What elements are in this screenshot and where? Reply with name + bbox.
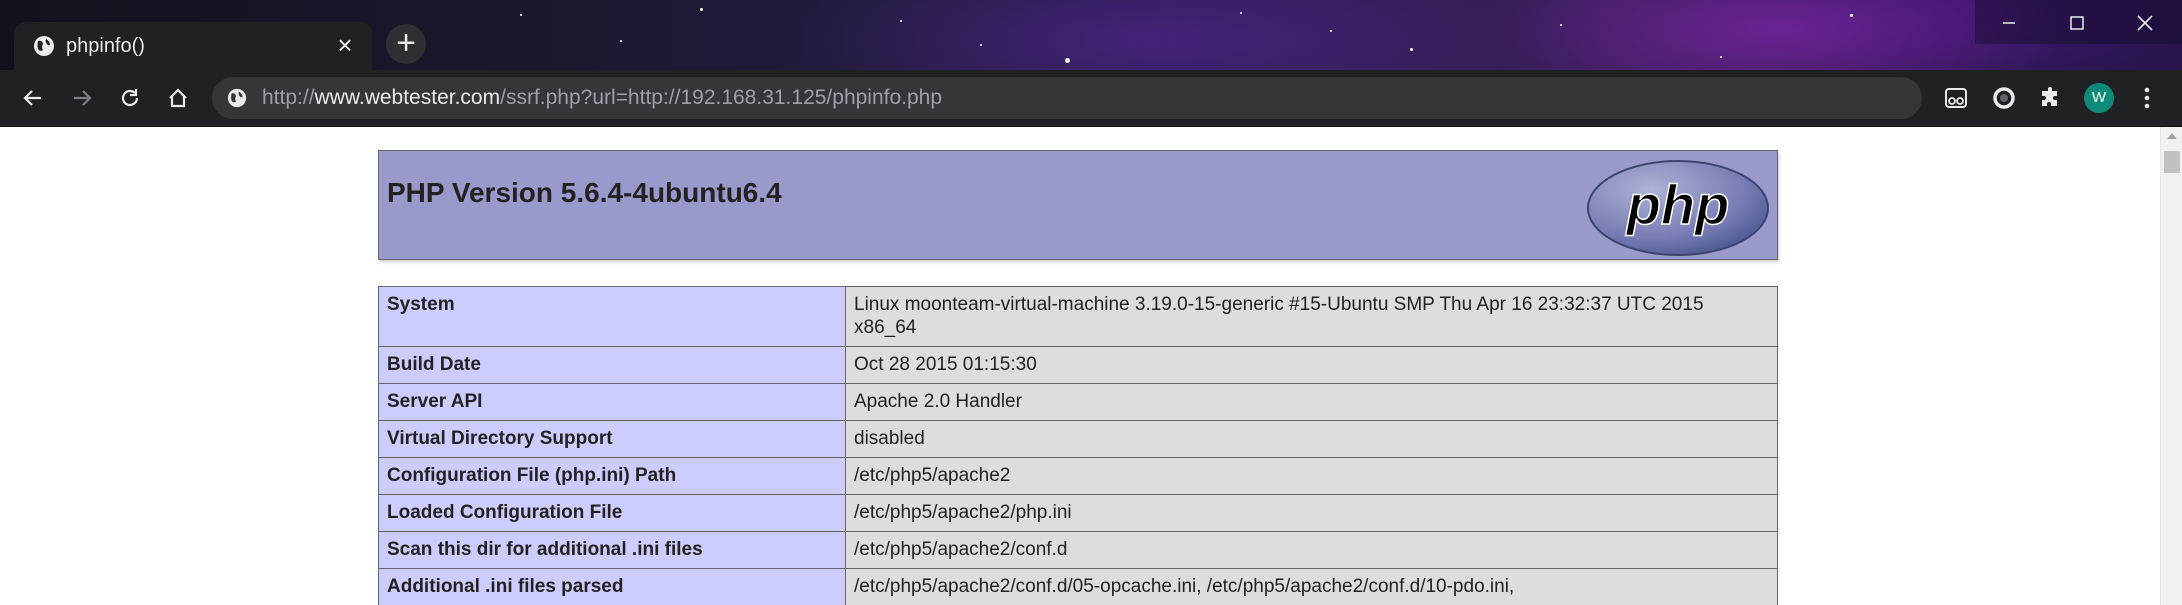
browser-toolbar: http://www.webtester.com/ssrf.php?url=ht…	[0, 70, 2182, 126]
star	[1850, 14, 1853, 17]
maximize-icon[interactable]	[2043, 0, 2111, 46]
row-label: Server API	[378, 383, 846, 421]
row-label: Build Date	[378, 346, 846, 384]
star	[900, 20, 902, 22]
phpinfo-container: PHP Version 5.6.4-4ubuntu6.4 php System …	[378, 150, 1778, 605]
page-viewport: PHP Version 5.6.4-4ubuntu6.4 php System …	[0, 127, 2160, 605]
star	[520, 14, 522, 16]
tab-phpinfo[interactable]: phpinfo() ×	[14, 22, 372, 70]
home-icon[interactable]	[158, 78, 198, 118]
page-title: PHP Version 5.6.4-4ubuntu6.4	[387, 177, 782, 208]
row-value: Linux moonteam-virtual-machine 3.19.0-15…	[845, 286, 1778, 347]
table-row: Build Date Oct 28 2015 01:15:30	[378, 346, 1778, 384]
profile-initial: W	[2084, 83, 2114, 113]
tab-close-icon[interactable]: ×	[330, 30, 360, 60]
extensions-puzzle-icon[interactable]	[2031, 78, 2071, 118]
page-scrollbar[interactable]	[2160, 127, 2182, 605]
row-label: Configuration File (php.ini) Path	[378, 457, 846, 495]
star	[1720, 56, 1722, 58]
row-value: /etc/php5/apache2	[845, 457, 1778, 495]
row-label: Additional .ini files parsed	[378, 568, 846, 605]
phpinfo-table: System Linux moonteam-virtual-machine 3.…	[378, 286, 1778, 605]
table-row: Additional .ini files parsed /etc/php5/a…	[378, 568, 1778, 605]
star	[1560, 24, 1562, 26]
star	[700, 8, 703, 11]
url-path: /ssrf.php?url=http://192.168.31.125/phpi…	[500, 86, 943, 109]
php-version-header: PHP Version 5.6.4-4ubuntu6.4 php	[378, 150, 1778, 260]
table-row: Configuration File (php.ini) Path /etc/p…	[378, 457, 1778, 495]
php-logo[interactable]: php	[1586, 159, 1770, 257]
forward-icon[interactable]	[62, 78, 102, 118]
back-icon[interactable]	[13, 78, 53, 118]
globe-icon	[34, 36, 54, 56]
row-value: /etc/php5/apache2/php.ini	[845, 494, 1778, 532]
table-row: Scan this dir for additional .ini files …	[378, 531, 1778, 569]
row-label: Virtual Directory Support	[378, 420, 846, 458]
close-window-icon[interactable]	[2111, 0, 2179, 46]
profile-avatar[interactable]: W	[2079, 78, 2119, 118]
star	[980, 44, 982, 46]
row-value: disabled	[845, 420, 1778, 458]
star	[1065, 58, 1070, 63]
row-label: Loaded Configuration File	[378, 494, 846, 532]
browser-titlebar: phpinfo() × +	[0, 0, 2182, 70]
star	[1240, 12, 1242, 14]
row-value: Oct 28 2015 01:15:30	[845, 346, 1778, 384]
table-row: Virtual Directory Support disabled	[378, 420, 1778, 458]
reading-mode-icon[interactable]	[1936, 78, 1976, 118]
tab-title: phpinfo()	[66, 35, 145, 57]
table-row: Server API Apache 2.0 Handler	[378, 383, 1778, 421]
menu-kebab-icon[interactable]	[2127, 78, 2167, 118]
minimize-icon[interactable]	[1975, 0, 2043, 46]
url-scheme: http://	[262, 86, 315, 109]
url-host: www.webtester.com	[314, 86, 501, 109]
row-label: System	[378, 286, 846, 347]
row-value: /etc/php5/apache2/conf.d	[845, 531, 1778, 569]
address-bar[interactable]: http://www.webtester.com/ssrf.php?url=ht…	[212, 77, 1922, 119]
php-logo-text: php	[1625, 173, 1730, 236]
table-row: Loaded Configuration File /etc/php5/apac…	[378, 494, 1778, 532]
scrollbar-thumb[interactable]	[2164, 151, 2180, 173]
star	[1410, 48, 1413, 51]
reload-icon[interactable]	[110, 78, 150, 118]
star	[620, 40, 622, 42]
new-tab-button[interactable]: +	[386, 24, 426, 64]
extension-ring-icon[interactable]	[1984, 78, 2024, 118]
scroll-up-arrow-icon[interactable]	[2167, 133, 2177, 139]
star	[1330, 30, 1332, 32]
url-text[interactable]: http://www.webtester.com/ssrf.php?url=ht…	[262, 86, 942, 110]
row-value: Apache 2.0 Handler	[845, 383, 1778, 421]
site-info-icon[interactable]	[226, 87, 248, 109]
row-label: Scan this dir for additional .ini files	[378, 531, 846, 569]
table-row: System Linux moonteam-virtual-machine 3.…	[378, 286, 1778, 347]
row-value: /etc/php5/apache2/conf.d/05-opcache.ini,…	[845, 568, 1778, 605]
